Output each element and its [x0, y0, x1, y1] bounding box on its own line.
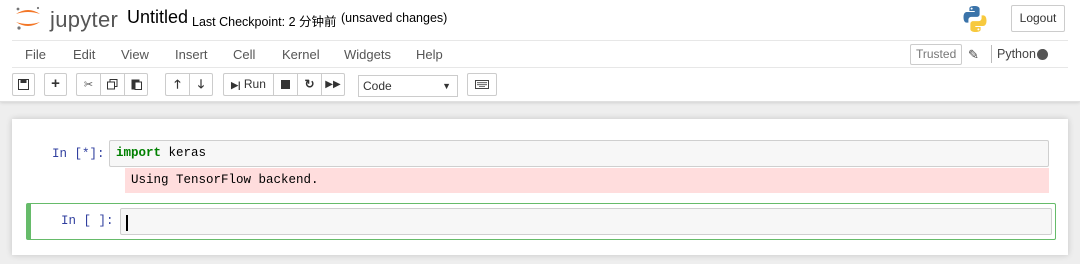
trusted-indicator[interactable]: Trusted	[910, 44, 963, 65]
interrupt-button[interactable]	[273, 73, 297, 96]
code-cell-selected[interactable]: In [ ]:	[26, 203, 1056, 240]
header: jupyter Untitled Last Checkpoint: 2 分钟前 …	[0, 0, 1080, 102]
input-prompt: In [ ]:	[61, 214, 114, 228]
code-keyword: import	[116, 146, 162, 160]
header-row: jupyter Untitled Last Checkpoint: 2 分钟前 …	[0, 0, 1080, 38]
save-icon	[18, 79, 29, 90]
jupyter-logo-icon	[16, 6, 40, 30]
jupyter-logo[interactable]: jupyter	[14, 5, 126, 32]
output-text: Using TensorFlow backend.	[131, 173, 319, 187]
copy-icon	[107, 79, 118, 90]
scissors-icon: ✂	[83, 79, 94, 91]
menu-kernel[interactable]: Kernel	[282, 47, 320, 62]
keyboard-icon	[475, 80, 489, 89]
chevron-down-icon: ▼	[442, 81, 451, 91]
menu-view[interactable]: View	[121, 47, 149, 62]
step-forward-icon: ▶|	[231, 80, 241, 90]
cell-type-value: Code	[363, 79, 392, 93]
menu-file[interactable]: File	[25, 47, 46, 62]
code-text: keras	[161, 146, 207, 160]
stderr-output: Using TensorFlow backend.	[125, 168, 1049, 193]
jupyter-logo-text: jupyter	[50, 7, 119, 32]
stop-icon	[281, 80, 290, 89]
arrow-down-icon: 🡓	[197, 77, 205, 91]
paste-button[interactable]	[124, 73, 148, 96]
logout-button[interactable]: Logout	[1011, 5, 1065, 32]
cut-button[interactable]: ✂	[76, 73, 100, 96]
input-prompt: In [*]:	[52, 147, 105, 161]
notebook-container: In [*]: import keras Using TensorFlow ba…	[12, 119, 1068, 255]
notebook-name[interactable]: Untitled	[127, 7, 188, 28]
code-input[interactable]: import keras	[109, 140, 1049, 167]
code-line: import keras	[116, 146, 206, 160]
cell-type-select[interactable]: Code ▼	[358, 75, 458, 97]
command-palette-button[interactable]	[467, 73, 497, 96]
plus-icon: +	[51, 75, 60, 92]
menu-help[interactable]: Help	[416, 47, 443, 62]
toolbar: + ✂ 🡑 🡓 ▶| Run ↻ ▶▶ Code ▼	[12, 73, 1068, 99]
save-button[interactable]	[12, 73, 35, 96]
fast-forward-icon: ▶▶	[325, 79, 341, 90]
kernel-separator	[991, 45, 992, 63]
python-logo-icon	[963, 6, 987, 33]
run-button[interactable]: ▶| Run	[223, 73, 273, 96]
move-up-button[interactable]: 🡑	[165, 73, 189, 96]
menu-insert[interactable]: Insert	[175, 47, 208, 62]
code-cell[interactable]: In [*]: import keras Using TensorFlow ba…	[12, 119, 1068, 199]
restart-run-all-button[interactable]: ▶▶	[321, 73, 345, 96]
paste-icon	[131, 79, 142, 90]
arrow-up-icon: 🡑	[174, 77, 181, 91]
menubar: File Edit View Insert Cell Kernel Widget…	[12, 40, 1068, 68]
checkpoint-status: Last Checkpoint: 2 分钟前	[192, 15, 337, 29]
copy-button[interactable]	[100, 73, 124, 96]
insert-cell-button[interactable]: +	[44, 73, 67, 96]
menu-cell[interactable]: Cell	[233, 47, 255, 62]
restart-button[interactable]: ↻	[297, 73, 321, 96]
restart-icon: ↻	[304, 77, 315, 91]
menu-edit[interactable]: Edit	[73, 47, 95, 62]
text-cursor	[126, 215, 128, 231]
kernel-busy-indicator	[1037, 49, 1048, 60]
unsaved-status: (unsaved changes)	[341, 11, 448, 25]
code-input[interactable]	[120, 208, 1052, 235]
menu-widgets[interactable]: Widgets	[344, 47, 391, 62]
move-down-button[interactable]: 🡓	[189, 73, 213, 96]
pencil-icon[interactable]: ✎	[968, 47, 979, 63]
run-label: Run	[243, 77, 266, 91]
